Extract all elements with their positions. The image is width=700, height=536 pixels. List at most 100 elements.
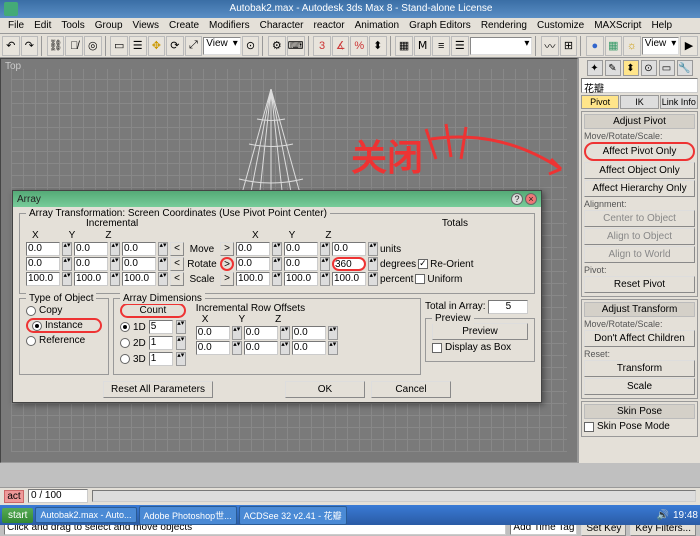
skin-pose-header[interactable]: Skin Pose [584, 404, 695, 419]
spinner[interactable]: ▴▾ [280, 326, 290, 340]
move-iy[interactable]: 0.0 [74, 242, 108, 256]
dialog-close-icon[interactable]: × [525, 193, 537, 205]
scale-tz[interactable]: 100.0 [332, 272, 366, 286]
modify-tab-icon[interactable]: ✎ [605, 60, 621, 76]
dont-affect-children-button[interactable]: Don't Affect Children [584, 330, 695, 347]
spinner[interactable]: ▴▾ [368, 257, 378, 271]
pivot-tab[interactable]: Pivot [581, 95, 619, 109]
spinner[interactable]: ▴▾ [62, 272, 72, 286]
1d-count[interactable]: 5 [149, 320, 173, 334]
render-icon[interactable]: ▶ [680, 36, 698, 56]
link-icon[interactable]: ⛓ [47, 36, 65, 56]
rotate-iz[interactable]: 0.0 [122, 257, 156, 271]
affect-object-only-button[interactable]: Affect Object Only [584, 162, 695, 179]
menu-file[interactable]: File [4, 20, 28, 31]
move-iz[interactable]: 0.0 [122, 242, 156, 256]
spinner[interactable]: ▴▾ [272, 257, 282, 271]
motion-tab-icon[interactable]: ⊙ [641, 60, 657, 76]
move-tz[interactable]: 0.0 [332, 242, 366, 256]
spinner[interactable]: ▴▾ [280, 341, 290, 355]
2d-count[interactable]: 1 [149, 336, 173, 350]
spinner[interactable]: ▴▾ [62, 242, 72, 256]
angle-snap-icon[interactable]: ∡ [332, 36, 350, 56]
rotate-left-arrow[interactable]: < [170, 257, 184, 271]
pivot-center-icon[interactable]: ⊙ [242, 36, 260, 56]
rotate-tz[interactable]: 360 [332, 257, 366, 271]
spinner[interactable]: ▴▾ [320, 272, 330, 286]
scale-left-arrow[interactable]: < [170, 272, 184, 286]
ok-button[interactable]: OK [285, 381, 365, 398]
menu-customize[interactable]: Customize [533, 20, 588, 31]
spinner[interactable]: ▴▾ [158, 257, 168, 271]
center-to-object-button[interactable]: Center to Object [584, 210, 695, 227]
uniform-checkbox[interactable] [415, 274, 425, 284]
preview-button[interactable]: Preview [432, 323, 528, 340]
3d-count[interactable]: 1 [149, 352, 173, 366]
3d-y[interactable]: 0.0 [244, 341, 278, 355]
keyboard-icon[interactable]: ⌨ [287, 36, 305, 56]
redo-icon[interactable]: ↷ [21, 36, 39, 56]
align-icon[interactable]: ≡ [432, 36, 450, 56]
snap-icon[interactable]: 3 [313, 36, 331, 56]
menu-edit[interactable]: Edit [30, 20, 55, 31]
1d-radio[interactable] [120, 322, 130, 332]
display-tab-icon[interactable]: ▭ [659, 60, 675, 76]
material-icon[interactable]: ● [586, 36, 604, 56]
reorient-checkbox[interactable] [418, 259, 428, 269]
select-icon[interactable]: ▭ [110, 36, 128, 56]
ik-tab[interactable]: IK [620, 95, 658, 109]
undo-icon[interactable]: ↶ [2, 36, 20, 56]
spinner[interactable]: ▴▾ [328, 326, 338, 340]
reference-radio[interactable] [26, 336, 36, 346]
reset-transform-button[interactable]: Transform [584, 360, 695, 377]
menu-maxscript[interactable]: MAXScript [590, 20, 645, 31]
reset-scale-button[interactable]: Scale [584, 378, 695, 395]
taskbar-item[interactable]: ACDSee 32 v2.41 - 花瓣 [239, 506, 347, 525]
taskbar-item[interactable]: Adobe Photoshop世... [139, 506, 237, 525]
spinner[interactable]: ▴▾ [328, 341, 338, 355]
skin-pose-mode-checkbox[interactable] [584, 422, 594, 432]
move-left-arrow[interactable]: < [170, 242, 184, 256]
move-ix[interactable]: 0.0 [26, 242, 60, 256]
rotate-ty[interactable]: 0.0 [284, 257, 318, 271]
scale-right-arrow[interactable]: > [220, 272, 234, 286]
move-icon[interactable]: ✥ [148, 36, 166, 56]
view-dropdown-2[interactable]: View [642, 37, 680, 55]
manipulate-icon[interactable]: ⚙ [268, 36, 286, 56]
refcoord-dropdown[interactable]: View [203, 37, 241, 55]
menu-create[interactable]: Create [165, 20, 203, 31]
render-scene-icon[interactable]: ▦ [605, 36, 623, 56]
copy-radio[interactable] [26, 306, 36, 316]
create-tab-icon[interactable]: ✦ [587, 60, 603, 76]
spinner[interactable]: ▴▾ [320, 257, 330, 271]
display-as-box-checkbox[interactable] [432, 343, 442, 353]
2d-x[interactable]: 0.0 [196, 326, 230, 340]
adjust-pivot-header[interactable]: Adjust Pivot [584, 114, 695, 129]
2d-y[interactable]: 0.0 [244, 326, 278, 340]
rotate-tx[interactable]: 0.0 [236, 257, 270, 271]
timeline-slider[interactable] [92, 490, 696, 502]
menu-character[interactable]: Character [256, 20, 308, 31]
spinner[interactable]: ▴▾ [176, 320, 186, 334]
rotate-right-arrow[interactable]: > [220, 257, 234, 271]
scale-iz[interactable]: 100.0 [122, 272, 156, 286]
menu-tools[interactable]: Tools [57, 20, 88, 31]
scale-ix[interactable]: 100.0 [26, 272, 60, 286]
spinner[interactable]: ▴▾ [368, 272, 378, 286]
rotate-iy[interactable]: 0.0 [74, 257, 108, 271]
curve-editor-icon[interactable]: 〰 [541, 36, 559, 56]
named-sel-icon[interactable]: ▦ [395, 36, 413, 56]
spinner[interactable]: ▴▾ [232, 326, 242, 340]
affect-hierarchy-only-button[interactable]: Affect Hierarchy Only [584, 180, 695, 197]
percent-snap-icon[interactable]: % [350, 36, 368, 56]
spinner-snap-icon[interactable]: ⬍ [369, 36, 387, 56]
object-name-field[interactable]: 花瓣 [581, 78, 698, 93]
menu-help[interactable]: Help [647, 20, 676, 31]
mirror-icon[interactable]: Ⅿ [414, 36, 432, 56]
menu-rendering[interactable]: Rendering [477, 20, 531, 31]
hierarchy-tab-icon[interactable]: ⬍ [623, 60, 639, 76]
3d-radio[interactable] [120, 354, 130, 364]
spinner[interactable]: ▴▾ [158, 272, 168, 286]
menu-reactor[interactable]: reactor [310, 20, 349, 31]
cancel-button[interactable]: Cancel [371, 381, 451, 398]
